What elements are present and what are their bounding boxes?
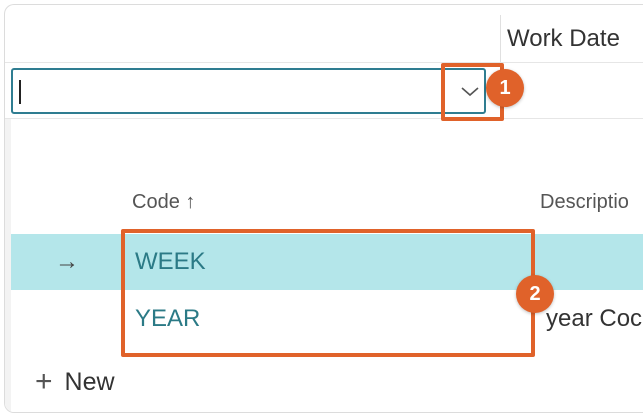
- callout-box-2: [121, 229, 535, 357]
- code-column-header[interactable]: Code ↑: [132, 191, 195, 214]
- new-button[interactable]: + New: [35, 367, 115, 397]
- header-row: Work Date: [5, 5, 643, 63]
- column-divider: [500, 15, 501, 62]
- plus-icon: +: [35, 365, 53, 398]
- step-badge-2: 2: [516, 275, 554, 313]
- lookup-window: Work Date Code ↑ Descriptio → WEEK YEAR …: [4, 4, 643, 413]
- text-caret: [19, 80, 21, 104]
- arrow-right-icon: →: [55, 248, 79, 275]
- work-date-column-header[interactable]: Work Date: [507, 25, 620, 53]
- step-badge-1: 1: [486, 69, 524, 107]
- new-button-label: New: [64, 367, 115, 396]
- description-value: year Coc: [546, 305, 643, 332]
- description-column-header[interactable]: Descriptio: [540, 191, 629, 214]
- code-input[interactable]: [11, 68, 486, 114]
